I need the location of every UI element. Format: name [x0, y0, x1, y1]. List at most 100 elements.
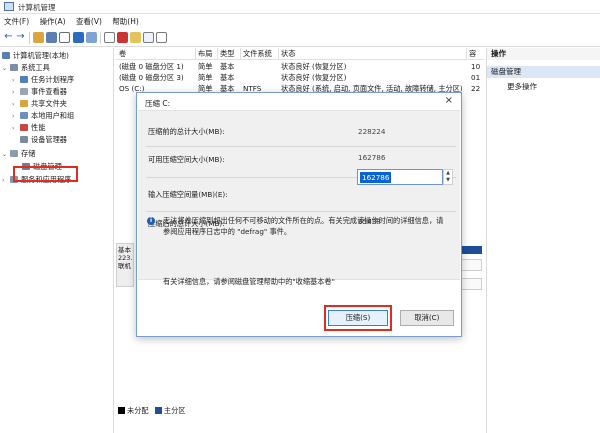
chevron-right-icon[interactable]: › — [12, 123, 20, 135]
menu-bar: 文件(F) 操作(A) 查看(V) 帮助(H) — [0, 14, 600, 28]
dialog-body: 压缩前的总计大小(MB): 228224 可用压缩空间大小(MB): 16278… — [138, 110, 460, 280]
actions-section-disk-management[interactable]: 磁盘管理 — [487, 66, 600, 78]
amount-stepper[interactable]: ▲ ▼ — [443, 169, 453, 185]
volume-type: 基本 — [220, 73, 235, 82]
spin-up-icon[interactable]: ▲ — [444, 170, 452, 177]
column-divider — [278, 48, 279, 60]
volume-capacity: 10 — [471, 62, 481, 71]
event-viewer-icon — [20, 88, 28, 95]
tree-item-shared-folders[interactable]: › 共享文件夹 — [12, 98, 67, 110]
toolbar: ← → — [0, 29, 600, 47]
back-icon[interactable]: ← — [3, 32, 14, 43]
console-tree-icon[interactable] — [46, 32, 57, 43]
tree-item-root[interactable]: 计算机管理(本地) — [2, 50, 69, 62]
chevron-right-icon[interactable]: › — [2, 175, 10, 187]
volume-name: (磁盘 0 磁盘分区 1) — [119, 62, 184, 71]
disk-type: 基本 — [118, 246, 131, 254]
tree-item-storage[interactable]: ⌄ 存储 — [2, 148, 35, 160]
col-volume[interactable]: 卷 — [119, 49, 126, 59]
more-actions-link[interactable]: 更多操作 — [507, 81, 537, 93]
primary-partition-bar[interactable] — [460, 246, 482, 254]
legend-primary: 主分区 — [163, 406, 186, 415]
table-row[interactable]: (磁盘 0 磁盘分区 1) 简单 基本 状态良好 (恢复分区) 10 — [116, 62, 484, 72]
computer-icon — [2, 52, 10, 59]
actions-pane: 操作 磁盘管理 更多操作 — [486, 48, 600, 433]
dialog-title: 压缩 C: — [145, 99, 171, 108]
volume-layout: 简单 — [198, 73, 213, 82]
volume-name: (磁盘 0 磁盘分区 3) — [119, 73, 184, 82]
field-divider — [146, 146, 456, 147]
properties-icon[interactable] — [86, 32, 97, 43]
field-divider — [146, 211, 456, 212]
shrink-amount-value: 162786 — [360, 172, 392, 183]
col-layout[interactable]: 布局 — [198, 49, 212, 59]
col-status[interactable]: 状态 — [281, 49, 295, 59]
primary-swatch — [154, 407, 162, 414]
volume-capacity: 01 — [471, 73, 481, 82]
menu-view[interactable]: 查看(V) — [72, 14, 106, 27]
forward-icon[interactable]: → — [15, 32, 26, 43]
column-divider — [217, 48, 218, 60]
clock-icon — [20, 76, 28, 83]
document-icon[interactable] — [156, 32, 167, 43]
total-before-label: 压缩前的总计大小(MB): — [148, 127, 225, 136]
close-icon[interactable]: × — [445, 95, 453, 106]
tree-item-device-manager[interactable]: 设备管理器 — [20, 134, 67, 146]
toolbar-separator — [100, 32, 101, 44]
tools-icon — [10, 64, 18, 71]
info-icon: i — [147, 217, 155, 225]
shrink-amount-input[interactable]: 162786 — [357, 169, 443, 185]
column-divider — [195, 48, 196, 60]
partition-block[interactable] — [460, 259, 482, 271]
computer-management-icon — [4, 2, 14, 11]
chevron-down-icon[interactable]: ⌄ — [2, 149, 10, 161]
disk-0-label[interactable]: 基本 223. 联机 — [116, 243, 134, 287]
tree-item-task-scheduler[interactable]: › 任务计划程序 — [12, 74, 74, 86]
disk-size: 223. — [118, 254, 133, 262]
list-icon[interactable] — [59, 32, 70, 43]
col-filesystem[interactable]: 文件系统 — [243, 49, 272, 59]
shrink-button-highlight — [324, 305, 392, 331]
total-before-value: 228224 — [358, 127, 386, 136]
tree-item-event-viewer[interactable]: › 事件查看器 — [12, 86, 67, 98]
tree-item-system-tools[interactable]: ⌄ 系统工具 — [2, 62, 50, 74]
amount-label: 输入压缩空间量(MB)(E): — [148, 190, 228, 199]
shrink-dialog: 压缩 C: × 压缩前的总计大小(MB): 228224 可用压缩空间大小(MB… — [136, 92, 462, 337]
volume-layout: 简单 — [198, 62, 213, 71]
folder-icon — [20, 100, 28, 107]
wizard-icon[interactable] — [130, 32, 141, 43]
volume-type: 基本 — [220, 62, 235, 71]
title-bar: 计算机管理 — [0, 0, 600, 14]
help-icon[interactable] — [73, 32, 84, 43]
tree-item-performance[interactable]: › 性能 — [12, 122, 45, 134]
connect-icon[interactable] — [104, 32, 115, 43]
up-folder-icon[interactable] — [33, 32, 44, 43]
column-divider — [240, 48, 241, 60]
toolbar-separator — [29, 32, 30, 44]
tree-item-local-users[interactable]: › 本地用户和组 — [12, 110, 74, 122]
users-icon — [20, 112, 28, 119]
disk-icon[interactable] — [143, 32, 154, 43]
menu-help[interactable]: 帮助(H) — [108, 14, 143, 27]
col-capacity[interactable]: 容 — [469, 49, 476, 59]
column-divider — [466, 48, 467, 60]
legend-unallocated: 未分配 — [127, 406, 149, 415]
spin-down-icon[interactable]: ▼ — [444, 177, 452, 184]
cancel-button[interactable]: 取消(C) — [400, 310, 454, 326]
volume-status: 状态良好 (恢复分区) — [281, 62, 347, 71]
available-label: 可用压缩空间大小(MB): — [148, 155, 225, 164]
device-manager-icon — [20, 136, 28, 143]
disk-management-highlight — [13, 166, 78, 182]
performance-icon — [20, 124, 28, 131]
menu-file[interactable]: 文件(F) — [0, 14, 33, 27]
chevron-down-icon[interactable]: ⌄ — [2, 63, 10, 75]
menu-action[interactable]: 操作(A) — [36, 14, 70, 27]
partition-block[interactable] — [460, 278, 482, 290]
available-value: 162786 — [358, 153, 386, 162]
col-type[interactable]: 类型 — [220, 49, 234, 59]
table-row[interactable]: (磁盘 0 磁盘分区 3) 简单 基本 状态良好 (恢复分区) 01 — [116, 73, 484, 83]
info-text: 无法将卷压缩到超出任何不可移动的文件所在的点。有关完成该操作时间的详细信息，请参… — [163, 216, 444, 236]
check-icon[interactable] — [117, 32, 128, 43]
disk-status: 联机 — [118, 262, 131, 270]
volume-status: 状态良好 (恢复分区) — [281, 73, 347, 82]
